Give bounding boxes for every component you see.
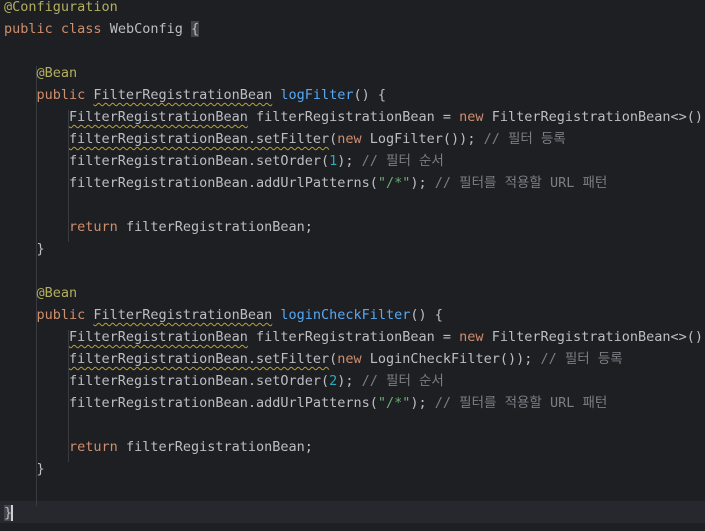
text-caret — [11, 505, 14, 521]
code-line[interactable] — [4, 480, 705, 502]
code-line[interactable]: filterRegistrationBean.setFilter(new Log… — [4, 128, 705, 150]
code-token: filterRegistrationBean.addUrlPatterns( — [69, 175, 378, 191]
code-token: ); — [337, 153, 362, 169]
code-token: ); — [337, 373, 362, 389]
code-line[interactable] — [4, 260, 705, 282]
code-token: ); — [410, 395, 435, 411]
code-line[interactable]: @Bean — [4, 62, 705, 84]
code-token: () { — [410, 307, 443, 323]
code-token: ); — [410, 175, 435, 191]
code-token: "/*" — [377, 395, 411, 411]
code-line[interactable]: FilterRegistrationBean filterRegistratio… — [4, 326, 705, 348]
code-token: public — [36, 87, 94, 103]
code-line[interactable] — [4, 40, 705, 62]
code-token: } — [4, 461, 45, 477]
code-token: new — [337, 131, 370, 147]
code-token: // 필터 등록 — [540, 351, 623, 367]
code-token: public — [36, 307, 94, 323]
code-token: @Bean — [36, 65, 78, 81]
code-token: () { — [353, 87, 387, 103]
code-line[interactable]: filterRegistrationBean.setFilter(new Log… — [4, 348, 705, 370]
code-token: filterRegistrationBean.addUrlPatterns( — [69, 395, 378, 411]
code-token: { — [190, 21, 200, 37]
code-token: // 필터 순서 — [361, 153, 444, 169]
code-token: FilterRegistrationBean — [69, 329, 248, 345]
code-line[interactable]: return filterRegistrationBean; — [4, 436, 705, 458]
code-line[interactable] — [4, 414, 705, 436]
code-token: // 필터 등록 — [483, 131, 566, 147]
code-token: filterRegistrationBean.setFilter — [69, 351, 330, 367]
code-token: @Configuration — [4, 0, 118, 15]
code-token: new — [459, 329, 492, 345]
code-token: filterRegistrationBean.setOrder( — [69, 153, 330, 169]
code-token: FilterRegistrationBean — [93, 87, 273, 103]
code-token: LogFilter()); — [369, 131, 484, 147]
code-line[interactable]: filterRegistrationBean.setOrder(1); // 필… — [4, 150, 705, 172]
code-line[interactable]: FilterRegistrationBean filterRegistratio… — [4, 106, 705, 128]
code-line[interactable]: @Bean — [4, 282, 705, 304]
code-token: filterRegistrationBean.setFilter — [69, 131, 330, 147]
code-token: // 필터 순서 — [361, 373, 444, 389]
code-token: // 필터를 적용할 URL 패턴 — [434, 395, 608, 411]
code-line[interactable]: } — [4, 238, 705, 260]
code-line[interactable]: } — [4, 502, 705, 524]
code-line[interactable]: return filterRegistrationBean; — [4, 216, 705, 238]
code-token: filterRegistrationBean = — [247, 109, 460, 125]
code-token: WebConfig — [109, 21, 191, 37]
code-token: LoginCheckFilter()); — [369, 351, 541, 367]
code-token: return — [69, 219, 126, 235]
code-line[interactable]: } — [4, 458, 705, 480]
code-token: filterRegistrationBean = — [247, 329, 460, 345]
code-token: filterRegistrationBean; — [125, 439, 313, 455]
code-token: // 필터를 적용할 URL 패턴 — [434, 175, 608, 191]
code-line[interactable]: filterRegistrationBean.addUrlPatterns("/… — [4, 392, 705, 414]
code-line[interactable] — [4, 194, 705, 216]
code-token: FilterRegistrationBean<>(); — [491, 329, 705, 345]
code-token: public — [4, 21, 61, 37]
code-token: FilterRegistrationBean<>(); — [491, 109, 705, 125]
code-token: FilterRegistrationBean — [93, 307, 273, 323]
code-line[interactable]: public FilterRegistrationBean logFilter(… — [4, 84, 705, 106]
code-token: class — [60, 21, 110, 37]
code-token: @Bean — [36, 285, 78, 301]
code-token: loginCheckFilter — [280, 307, 411, 323]
code-token: filterRegistrationBean; — [125, 219, 313, 235]
code-token: return — [69, 439, 126, 455]
code-token: FilterRegistrationBean — [69, 109, 248, 125]
code-token: new — [337, 351, 370, 367]
code-line[interactable]: public class WebConfig { — [4, 18, 705, 40]
code-token: filterRegistrationBean.setOrder( — [69, 373, 330, 389]
code-line[interactable]: @Configuration — [4, 0, 705, 18]
code-line[interactable]: public FilterRegistrationBean loginCheck… — [4, 304, 705, 326]
code-line[interactable]: filterRegistrationBean.addUrlPatterns("/… — [4, 172, 705, 194]
code-token: } — [4, 241, 45, 257]
code-token: new — [459, 109, 492, 125]
code-line[interactable]: filterRegistrationBean.setOrder(2); // 필… — [4, 370, 705, 392]
code-editor[interactable]: @Configuration public class WebConfig { @… — [0, 0, 705, 531]
code-token: logFilter — [280, 87, 354, 103]
code-token: "/*" — [377, 175, 411, 191]
